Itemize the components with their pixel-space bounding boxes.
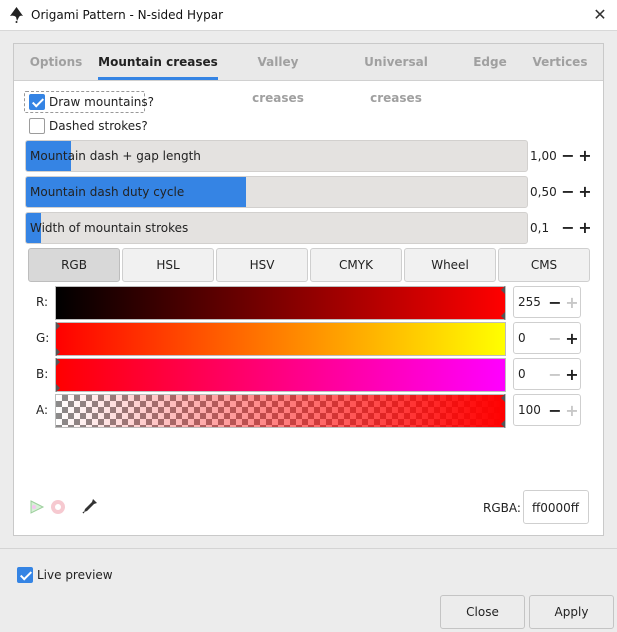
red-channel-slider[interactable] — [55, 286, 506, 320]
green-channel-slider[interactable] — [55, 322, 506, 356]
tab-options[interactable]: Options — [22, 44, 90, 80]
dashed-strokes-label: Dashed strokes? — [49, 119, 148, 133]
green-channel-entry[interactable]: 0 − + — [513, 322, 581, 354]
mode-hsv-button[interactable]: HSV — [216, 248, 308, 282]
mode-wheel-button[interactable]: Wheel — [404, 248, 496, 282]
tab-universal-creases[interactable]: Universal creases — [338, 44, 454, 105]
blue-channel-slider[interactable] — [55, 358, 506, 392]
slider-knob — [56, 348, 60, 356]
alpha-channel-label: A: — [36, 403, 49, 417]
minus-icon[interactable]: − — [546, 402, 564, 420]
separator — [0, 548, 617, 549]
mode-rgb-button[interactable]: RGB — [28, 248, 120, 282]
out-of-gamut-icon — [51, 500, 65, 514]
green-channel-label: G: — [36, 331, 50, 345]
plus-icon[interactable]: + — [576, 219, 594, 237]
slider-knob — [56, 384, 60, 392]
tab-notebook: Options Mountain creases Valley creases … — [13, 43, 604, 536]
slider-knob — [501, 394, 505, 402]
alpha-channel-slider[interactable] — [55, 394, 506, 428]
blue-channel-label: B: — [36, 367, 49, 381]
mountain-duty-cycle-slider[interactable]: Mountain dash duty cycle — [25, 176, 528, 208]
mountain-dash-length-value: 1,00 — [530, 149, 557, 163]
minus-icon[interactable]: − — [546, 294, 564, 312]
inkscape-logo-icon — [10, 7, 23, 23]
slider-label: Mountain dash duty cycle — [30, 185, 185, 199]
plus-icon[interactable]: + — [576, 183, 594, 201]
draw-mountains-checkbox[interactable] — [29, 94, 45, 110]
color-managed-icon — [30, 500, 45, 514]
title-bar: Origami Pattern - N-sided Hypar ✕ — [0, 0, 617, 31]
draw-mountains-label: Draw mountains? — [49, 95, 155, 109]
rgba-entry[interactable]: ff0000ff — [523, 490, 589, 524]
green-channel-value: 0 — [518, 331, 526, 345]
red-channel-entry[interactable]: 255 − + — [513, 286, 581, 318]
tab-valley-creases[interactable]: Valley creases — [230, 44, 326, 105]
slider-label: Mountain dash + gap length — [30, 149, 201, 163]
live-preview-label: Live preview — [37, 568, 113, 582]
color-mode-selector: RGB HSL HSV CMYK Wheel CMS — [28, 248, 590, 282]
rgba-label: RGBA: — [483, 501, 521, 515]
slider-knob — [56, 322, 60, 330]
plus-icon[interactable]: + — [563, 330, 581, 348]
blue-channel-entry[interactable]: 0 − + — [513, 358, 581, 390]
red-channel-value: 255 — [518, 295, 541, 309]
live-preview-checkbox[interactable] — [17, 567, 33, 583]
mode-cms-button[interactable]: CMS — [498, 248, 590, 282]
mountain-duty-cycle-value: 0,50 — [530, 185, 557, 199]
plus-icon[interactable]: + — [563, 402, 581, 420]
tab-bar: Options Mountain creases Valley creases … — [14, 44, 603, 105]
slider-label: Width of mountain strokes — [30, 221, 189, 235]
red-channel-label: R: — [36, 295, 49, 309]
rgba-value: ff0000ff — [532, 501, 580, 515]
close-icon[interactable]: ✕ — [588, 4, 612, 26]
slider-knob — [56, 358, 60, 366]
apply-button[interactable]: Apply — [529, 595, 614, 629]
tab-edge[interactable]: Edge — [466, 44, 514, 80]
mode-hsl-button[interactable]: HSL — [122, 248, 214, 282]
mountain-stroke-width-value: 0,1 — [530, 221, 550, 235]
plus-icon[interactable]: + — [576, 147, 594, 165]
minus-icon[interactable]: − — [546, 366, 564, 384]
alpha-channel-value: 100 — [518, 403, 541, 417]
mountain-dash-length-slider[interactable]: Mountain dash + gap length — [25, 140, 528, 172]
plus-icon[interactable]: + — [563, 366, 581, 384]
minus-icon[interactable]: − — [559, 147, 577, 165]
slider-knob — [501, 312, 505, 320]
window-title: Origami Pattern - N-sided Hypar — [31, 8, 224, 22]
minus-icon[interactable]: − — [559, 183, 577, 201]
tab-vertices[interactable]: Vertices — [528, 44, 592, 80]
dashed-strokes-checkbox[interactable] — [29, 118, 45, 134]
minus-icon[interactable]: − — [559, 219, 577, 237]
alpha-channel-entry[interactable]: 100 − + — [513, 394, 581, 426]
mode-cmyk-button[interactable]: CMYK — [310, 248, 402, 282]
mountain-stroke-width-slider[interactable]: Width of mountain strokes — [25, 212, 528, 244]
tab-mountain-creases[interactable]: Mountain creases — [98, 44, 218, 80]
plus-icon[interactable]: + — [563, 294, 581, 312]
slider-knob — [501, 286, 505, 294]
eyedropper-icon[interactable] — [81, 497, 99, 515]
minus-icon[interactable]: − — [546, 330, 564, 348]
close-button[interactable]: Close — [440, 595, 525, 629]
slider-knob — [501, 420, 505, 428]
blue-channel-value: 0 — [518, 367, 526, 381]
